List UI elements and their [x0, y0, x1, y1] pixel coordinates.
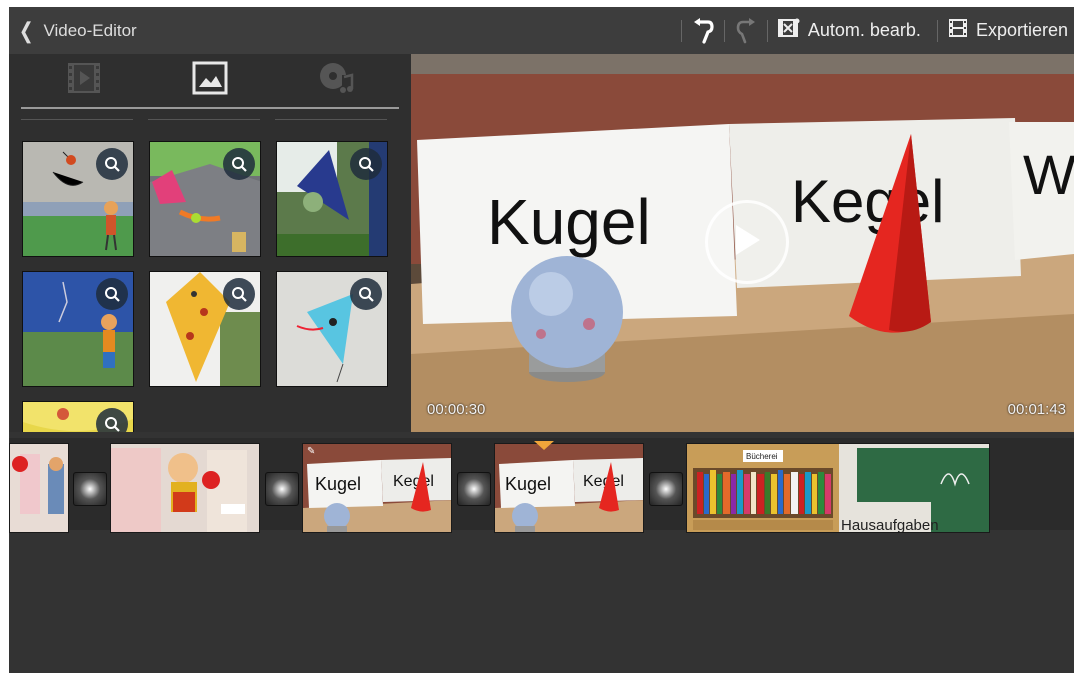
image-thumbnail[interactable]: [22, 141, 134, 257]
timeline-clip[interactable]: Bücherei Hausaufgaben: [686, 443, 990, 533]
clip-label-kugel: Kugel: [315, 474, 361, 494]
timeline-clip[interactable]: [110, 443, 260, 533]
timeline-clip[interactable]: [9, 443, 69, 533]
media-tabs: [21, 54, 399, 109]
zoom-icon[interactable]: [350, 148, 382, 180]
zoom-icon[interactable]: [96, 278, 128, 310]
image-icon: [192, 61, 228, 100]
transition-icon[interactable]: [649, 472, 683, 506]
current-time: 00:00:30: [427, 401, 486, 418]
auto-edit-button[interactable]: Autom. bearb.: [777, 7, 927, 54]
redo-icon: [735, 17, 757, 44]
tab-divider: [275, 119, 387, 120]
auto-edit-icon: [777, 18, 800, 43]
clip-label-buecherei: Bücherei: [746, 452, 778, 461]
video-preview[interactable]: Kugel Kegel W 00:00:30 00:01:43: [411, 54, 1074, 432]
timeline-clip-selected[interactable]: Kugel Kegel: [494, 443, 644, 533]
music-icon: [318, 61, 354, 100]
transition-icon[interactable]: [73, 472, 107, 506]
timeline-clip[interactable]: Kugel Kegel ✎: [302, 443, 452, 533]
clip-label-hausaufgaben: Hausaufgaben: [841, 517, 939, 533]
image-grid: [22, 134, 402, 432]
zoom-icon[interactable]: [96, 148, 128, 180]
tab-videos[interactable]: [21, 54, 147, 107]
undo-button[interactable]: [692, 7, 714, 54]
preview-sign-kugel: Kugel: [487, 186, 651, 258]
image-thumbnail[interactable]: [22, 271, 134, 387]
top-bar: ❮ Video-Editor Autom. bearb. Exportieren: [9, 7, 1074, 54]
play-button[interactable]: [705, 200, 789, 284]
zoom-icon[interactable]: [96, 408, 128, 432]
back-button[interactable]: ❮ Video-Editor: [9, 7, 137, 54]
film-export-icon: [948, 18, 968, 43]
video-clip-icon: [66, 61, 102, 100]
video-editor-window: ❮ Video-Editor Autom. bearb. Exportieren…: [9, 7, 1074, 673]
transition-icon[interactable]: [265, 472, 299, 506]
toolbar-separator: [936, 19, 938, 42]
zoom-icon[interactable]: [223, 148, 255, 180]
toolbar-separator: [723, 19, 725, 42]
redo-button[interactable]: [735, 7, 757, 54]
clip-label-kegel: Kegel: [583, 473, 624, 490]
clip-label-kegel: Kegel: [393, 473, 434, 490]
image-thumbnail[interactable]: [276, 271, 388, 387]
image-thumbnail[interactable]: [276, 141, 388, 257]
zoom-icon[interactable]: [350, 278, 382, 310]
tab-images[interactable]: [147, 54, 273, 107]
transition-icon[interactable]: [457, 472, 491, 506]
image-thumbnail[interactable]: [149, 141, 261, 257]
auto-edit-label: Autom. bearb.: [807, 20, 921, 40]
media-library-panel: [9, 54, 411, 432]
tab-divider: [21, 119, 133, 120]
play-icon: [732, 223, 762, 262]
tab-music[interactable]: [273, 54, 399, 107]
clip-label-kugel: Kugel: [505, 474, 551, 494]
zoom-icon[interactable]: [223, 278, 255, 310]
toolbar-actions: Autom. bearb. Exportieren: [671, 7, 1074, 54]
preview-sign-w: W: [1023, 143, 1074, 206]
edit-pencil-icon: ✎: [307, 446, 316, 457]
total-time: 00:01:43: [1007, 401, 1066, 418]
tab-divider: [148, 119, 260, 120]
toolbar-separator: [766, 19, 768, 42]
export-button[interactable]: Exportieren: [948, 7, 1074, 54]
timeline: Kugel Kegel ✎ Kugel Kegel Bücherei Hausa…: [9, 432, 1074, 673]
undo-icon: [692, 17, 714, 44]
image-thumbnail[interactable]: [149, 271, 261, 387]
chevron-left-icon: ❮: [18, 17, 34, 43]
playhead-marker-icon[interactable]: [534, 441, 554, 450]
image-thumbnail[interactable]: [22, 401, 134, 432]
toolbar-separator: [680, 19, 682, 42]
timeline-track: Kugel Kegel ✎ Kugel Kegel Bücherei Hausa…: [9, 438, 1074, 533]
app-title: Video-Editor: [43, 20, 137, 40]
preview-sign-kegel: Kegel: [791, 168, 944, 235]
export-label: Exportieren: [975, 20, 1068, 40]
